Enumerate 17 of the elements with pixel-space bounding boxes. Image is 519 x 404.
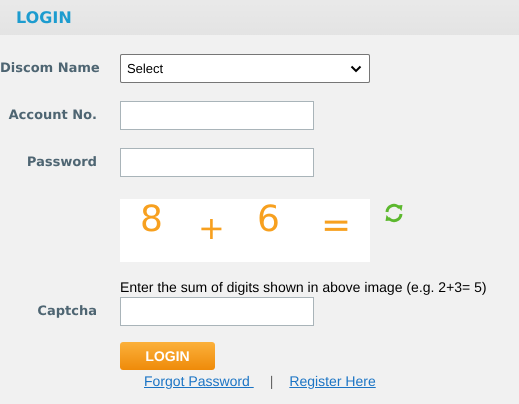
login-title: LOGIN xyxy=(16,8,72,27)
field-label: Account No. xyxy=(8,108,97,123)
captcha-hint: Enter the sum of digits shown in above image (e.g. 2+3= 5) xyxy=(120,279,488,295)
forgot-password-link[interactable]: Forgot Password xyxy=(144,373,254,389)
login-button[interactable]: LOGIN xyxy=(120,342,215,370)
refresh-icon[interactable] xyxy=(383,203,405,223)
field-label: Captcha xyxy=(36,304,97,319)
chevron-down-icon xyxy=(350,64,362,72)
field-label: Discom Name xyxy=(0,61,97,76)
account-input[interactable] xyxy=(120,101,314,130)
field-label: Password xyxy=(26,155,97,170)
register-link[interactable]: Register Here xyxy=(289,373,376,389)
link-separator: | xyxy=(270,373,274,389)
captcha-image: 8 + 6 = xyxy=(120,199,370,262)
discom-select[interactable]: Select xyxy=(120,54,370,83)
password-input[interactable] xyxy=(120,148,314,177)
captcha-input[interactable] xyxy=(120,297,314,326)
